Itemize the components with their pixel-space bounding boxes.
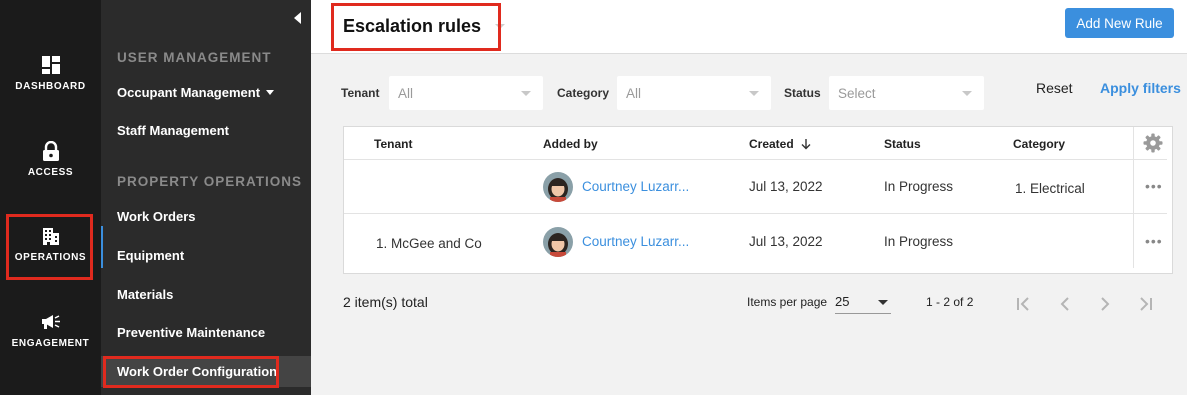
category-cell: 1. Electrical — [1015, 181, 1085, 196]
last-page-button[interactable] — [1134, 294, 1156, 314]
page-title-dropdown[interactable]: Escalation rules — [343, 16, 506, 37]
added-by-link[interactable]: Courtney Luzarr... — [582, 234, 689, 249]
column-header-status[interactable]: Status — [884, 137, 921, 151]
created-cell: Jul 13, 2022 — [749, 179, 823, 194]
building-icon — [42, 228, 59, 245]
chevron-right-icon — [1101, 297, 1110, 311]
secondary-nav: USER MANAGEMENT Occupant Management Staf… — [101, 0, 311, 395]
main-content: Escalation rules Add New Rule Tenant All… — [311, 0, 1187, 395]
top-bar: Escalation rules Add New Rule — [311, 0, 1187, 54]
collapse-nav-icon[interactable] — [294, 12, 301, 24]
icon-rail: DASHBOARD ACCESS OPERATIONS ENGAGEMENT — [0, 0, 101, 395]
nav-item-materials[interactable]: Materials — [117, 287, 173, 302]
add-new-rule-button[interactable]: Add New Rule — [1065, 8, 1174, 38]
row-divider — [344, 213, 1167, 214]
tenant-select[interactable]: All — [389, 76, 543, 110]
column-header-added-by[interactable]: Added by — [543, 137, 598, 151]
rules-table: Tenant Added by Created Status Category — [343, 126, 1173, 274]
nav-item-staff-management[interactable]: Staff Management — [117, 123, 229, 138]
rail-item-engagement[interactable]: ENGAGEMENT — [0, 312, 101, 349]
header-divider — [344, 159, 1167, 160]
chevron-down-icon — [521, 91, 531, 96]
avatar — [543, 227, 573, 257]
tenant-select-value: All — [398, 85, 414, 101]
arrow-down-icon — [801, 139, 811, 150]
chevron-left-icon — [1060, 297, 1069, 311]
section-property-operations: PROPERTY OPERATIONS — [117, 174, 303, 189]
section-user-management: USER MANAGEMENT — [117, 50, 272, 65]
items-total: 2 item(s) total — [343, 294, 428, 310]
column-header-created-label: Created — [749, 137, 794, 151]
created-cell: Jul 13, 2022 — [749, 234, 823, 249]
first-page-icon — [1017, 297, 1029, 311]
nav-label-occupant-management: Occupant Management — [117, 85, 261, 100]
tenant-cell: 1. McGee and Co — [376, 236, 482, 251]
status-cell: In Progress — [884, 179, 954, 194]
rail-label-dashboard: DASHBOARD — [15, 81, 86, 92]
status-select[interactable]: Select — [829, 76, 984, 110]
items-per-page-label: Items per page — [747, 295, 828, 309]
filter-label-category: Category — [557, 86, 610, 100]
active-indicator — [101, 226, 103, 268]
previous-page-button[interactable] — [1054, 294, 1076, 314]
column-header-tenant[interactable]: Tenant — [374, 137, 412, 151]
nav-item-preventive-maintenance[interactable]: Preventive Maintenance — [117, 325, 265, 340]
rail-label-access: ACCESS — [27, 167, 74, 178]
megaphone-icon — [41, 315, 60, 329]
avatar — [543, 172, 573, 202]
settings-column-divider — [1133, 127, 1134, 268]
gear-icon[interactable] — [1143, 133, 1163, 153]
page-range: 1 - 2 of 2 — [926, 295, 974, 309]
last-page-icon — [1140, 297, 1152, 311]
rail-item-dashboard[interactable]: DASHBOARD — [0, 55, 101, 92]
items-per-page-select[interactable]: 25 — [835, 288, 891, 314]
page-title: Escalation rules — [343, 16, 482, 36]
more-options-icon[interactable]: ••• — [1145, 178, 1163, 194]
rail-item-operations[interactable]: OPERATIONS — [0, 226, 101, 263]
chevron-down-icon — [749, 91, 759, 96]
nav-item-occupant-management[interactable]: Occupant Management — [117, 85, 275, 100]
filter-label-tenant: Tenant — [341, 86, 380, 100]
apply-filters-button[interactable]: Apply filters — [1100, 80, 1181, 96]
chevron-down-icon — [962, 91, 972, 96]
rail-label-engagement: ENGAGEMENT — [11, 338, 90, 349]
nav-item-work-order-configuration[interactable]: Work Order Configuration — [117, 364, 277, 379]
more-options-icon[interactable]: ••• — [1145, 233, 1163, 249]
chevron-down-icon — [878, 300, 888, 305]
nav-item-work-orders[interactable]: Work Orders — [117, 209, 196, 224]
items-per-page-value: 25 — [835, 294, 850, 309]
first-page-button[interactable] — [1013, 294, 1035, 314]
column-header-created[interactable]: Created — [749, 137, 812, 151]
status-cell: In Progress — [884, 234, 954, 249]
category-select[interactable]: All — [617, 76, 771, 110]
chevron-down-icon — [266, 90, 275, 95]
rail-item-access[interactable]: ACCESS — [0, 141, 101, 178]
rail-label-operations: OPERATIONS — [14, 252, 87, 263]
lock-icon — [42, 141, 59, 161]
added-by-link[interactable]: Courtney Luzarr... — [582, 179, 689, 194]
nav-item-equipment[interactable]: Equipment — [117, 248, 184, 263]
dashboard-icon — [41, 56, 60, 74]
status-select-placeholder: Select — [838, 85, 876, 101]
next-page-button[interactable] — [1094, 294, 1116, 314]
filter-label-status: Status — [784, 86, 821, 100]
column-header-category[interactable]: Category — [1013, 137, 1065, 151]
category-select-value: All — [626, 85, 642, 101]
chevron-down-icon — [495, 24, 506, 29]
reset-button[interactable]: Reset — [1036, 80, 1073, 96]
